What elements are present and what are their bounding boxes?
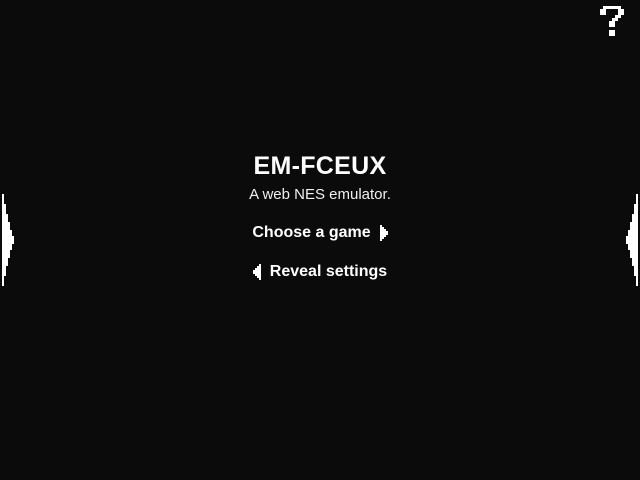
app-title: EM-FCEUX	[253, 152, 387, 180]
reveal-settings-label: Reveal settings	[269, 263, 388, 280]
choose-game-label: Choose a game	[252, 224, 371, 241]
app-subtitle: A web NES emulator.	[249, 186, 391, 203]
arrow-left-icon	[252, 264, 261, 280]
help-question-icon[interactable]	[600, 6, 624, 36]
choose-game-button[interactable]: Choose a game	[252, 223, 388, 243]
emulator-start-screen: EM-FCEUX A web NES emulator. Choose a ga…	[0, 0, 640, 480]
arrow-right-icon	[379, 225, 388, 241]
main-menu: EM-FCEUX A web NES emulator. Choose a ga…	[0, 150, 640, 285]
reveal-settings-button[interactable]: Reveal settings	[252, 262, 388, 282]
